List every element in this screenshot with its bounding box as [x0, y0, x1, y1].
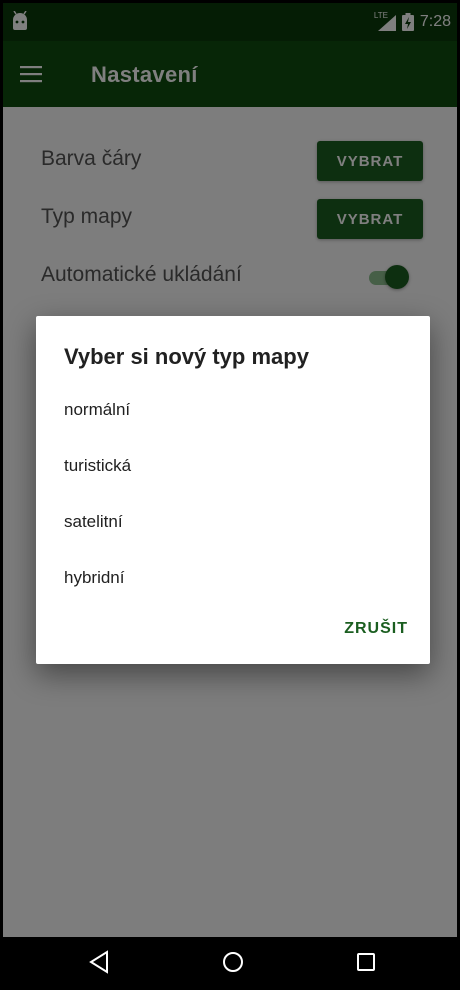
home-icon[interactable] [218, 947, 248, 977]
navigation-bar [3, 937, 457, 987]
option-label: normální [64, 400, 131, 419]
recents-icon[interactable] [351, 947, 381, 977]
phone-screen: LTE 7:28 Nastavení Barva čáry VYBRAT Typ… [3, 3, 457, 987]
dialog-title: Vyber si nový typ mapy [64, 344, 309, 369]
back-icon[interactable] [85, 947, 115, 977]
option-label: satelitní [64, 512, 123, 531]
map-type-option-tourist[interactable]: turistická [36, 440, 430, 496]
map-type-option-satellite[interactable]: satelitní [36, 496, 430, 552]
option-label: turistická [64, 456, 132, 475]
map-type-option-hybrid[interactable]: hybridní [36, 552, 430, 608]
map-type-option-normal[interactable]: normální [36, 384, 430, 440]
option-label: hybridní [64, 568, 125, 587]
cancel-button[interactable]: ZRUŠIT [344, 620, 408, 638]
map-type-dialog: Vyber si nový typ mapy normální turistic… [36, 316, 430, 664]
